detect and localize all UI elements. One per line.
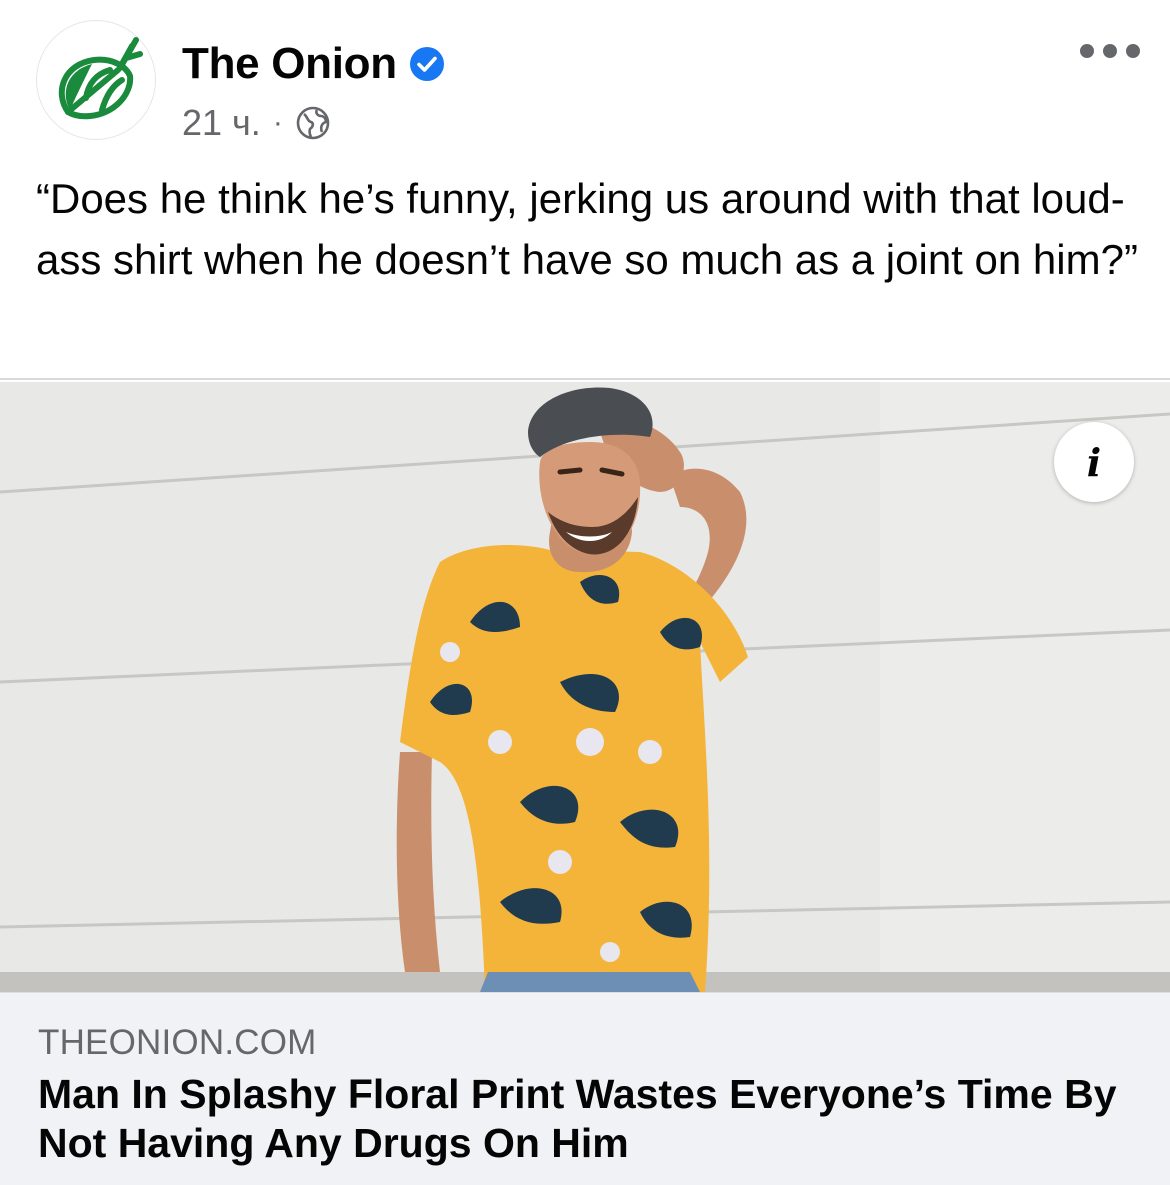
verified-badge-icon: [409, 46, 445, 82]
info-icon: i: [1086, 439, 1102, 485]
post-meta: 21 ч. ·: [182, 102, 331, 144]
link-title[interactable]: Man In Splashy Floral Print Wastes Every…: [38, 1070, 1138, 1168]
meta-separator: ·: [272, 106, 283, 139]
post-message: “Does he think he’s funny, jerking us ar…: [36, 175, 1138, 283]
onion-logo-icon: [58, 37, 143, 120]
link-preview-image[interactable]: i: [0, 382, 1170, 992]
link-preview-footer[interactable]: THEONION.COM Man In Splashy Floral Print…: [0, 992, 1170, 1185]
link-preview-card[interactable]: i THEONION.COM Man In Splashy Floral Pri…: [0, 378, 1170, 1185]
info-button[interactable]: i: [1054, 422, 1134, 502]
link-domain: THEONION.COM: [38, 1023, 317, 1062]
man-floral-shirt-photo: [0, 382, 1170, 992]
more-dot-icon: [1126, 44, 1140, 58]
page-name-row: The Onion: [182, 38, 445, 90]
more-dot-icon: [1080, 44, 1094, 58]
page-name[interactable]: The Onion: [182, 39, 397, 89]
post-timestamp[interactable]: 21 ч.: [182, 102, 261, 144]
post-header: The Onion 21 ч. ·: [0, 0, 1170, 160]
more-options-button[interactable]: [1080, 34, 1140, 68]
page-avatar[interactable]: [36, 20, 156, 140]
more-dot-icon: [1103, 44, 1117, 58]
globe-icon: [295, 105, 331, 141]
